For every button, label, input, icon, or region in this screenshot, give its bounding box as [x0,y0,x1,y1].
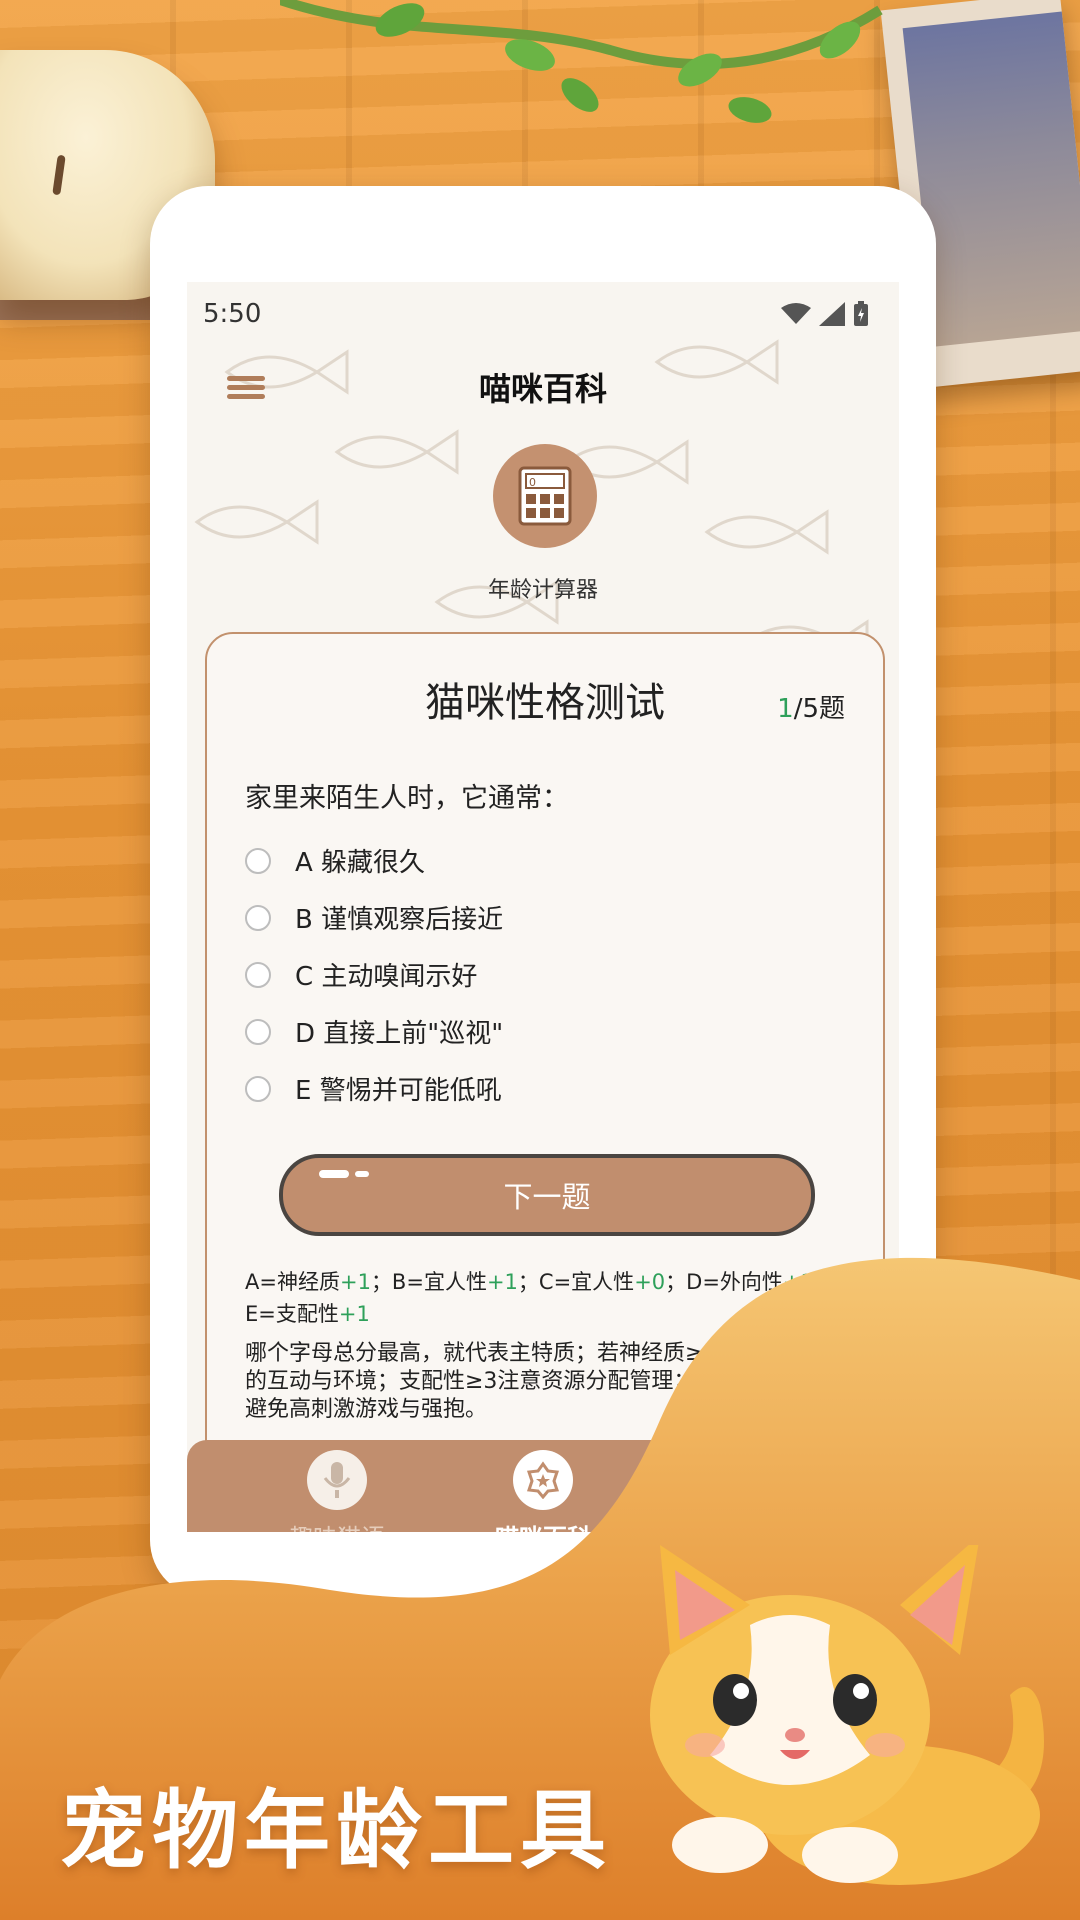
promo-title: 宠物年龄工具 [60,1781,612,1881]
cat-illustration [650,1545,1044,1885]
